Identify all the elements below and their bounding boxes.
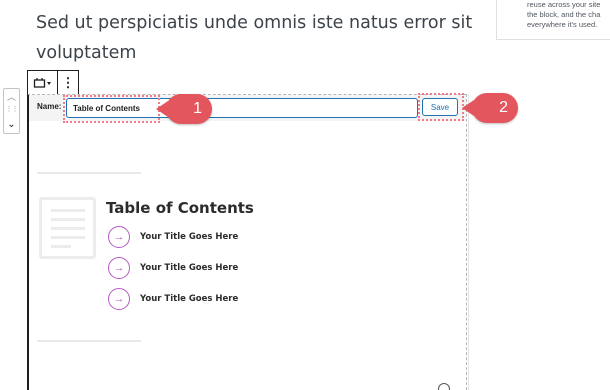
arrow-right-icon: → (108, 288, 130, 310)
editor-divider (468, 94, 469, 390)
toolbar-separator (57, 71, 58, 94)
chevron-down-icon[interactable]: ⌄ (4, 119, 19, 130)
drag-handle-icon[interactable]: ⋮⋮ (4, 105, 19, 113)
separator-top (37, 172, 141, 174)
toc-item[interactable]: → Your Title Goes Here (108, 226, 238, 248)
circle-icon[interactable] (438, 383, 450, 390)
save-button-highlight (418, 93, 464, 121)
toc-item-label: Your Title Goes Here (140, 294, 239, 304)
toc-item-label: Your Title Goes Here (140, 263, 239, 273)
arrow-right-icon: → (108, 226, 130, 248)
paragraph-block-text[interactable]: Sed ut perspiciatis unde omnis iste natu… (36, 8, 486, 68)
settings-sidebar: reuse across your site the block, and th… (496, 0, 610, 40)
toc-item[interactable]: → Your Title Goes Here (108, 257, 238, 279)
sidebar-description: reuse across your site the block, and th… (527, 0, 610, 30)
reusable-block-icon (33, 77, 51, 88)
block-mover[interactable]: ︿ ⋮⋮ ⌄ (3, 88, 20, 134)
step-callout-2: 2 (462, 93, 518, 123)
name-input-highlight (63, 95, 160, 123)
sidebar-description-line: everywhere it's used. (527, 20, 598, 29)
block-toolbar: ⋮ (27, 70, 79, 95)
name-label: Name: (37, 102, 62, 111)
arrow-right-icon: → (108, 257, 130, 279)
separator-bottom (37, 340, 141, 342)
sidebar-description-line: reuse across your site (527, 0, 601, 9)
more-options-button[interactable]: ⋮ (59, 71, 77, 94)
chevron-up-icon[interactable]: ︿ (4, 90, 19, 103)
sidebar-description-line: the block, and the cha (527, 10, 601, 19)
toc-item[interactable]: → Your Title Goes Here (108, 288, 238, 310)
block-type-button[interactable] (30, 71, 56, 94)
toc-item-label: Your Title Goes Here (140, 232, 239, 242)
toc-title: Table of Contents (106, 199, 254, 217)
document-icon (39, 197, 96, 259)
step-callout-1: 1 (156, 94, 212, 124)
